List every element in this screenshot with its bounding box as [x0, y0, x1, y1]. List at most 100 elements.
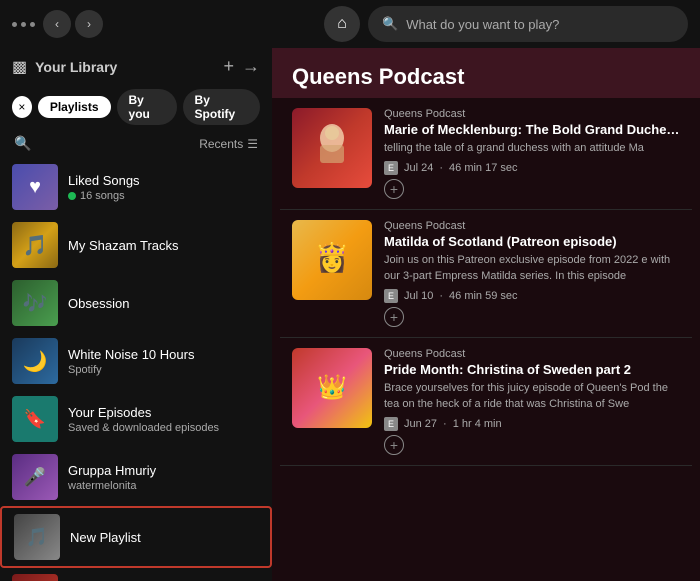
nav-arrows: ‹ › [43, 10, 103, 38]
podcast-title: Queens Podcast [292, 64, 680, 90]
new-playlist-item[interactable]: 🎵 New Playlist [0, 506, 272, 568]
episode-item[interactable]: Queens Podcast Marie of Mecklenburg: The… [280, 98, 692, 210]
search-recents-row: 🔍 Recents ☰ [0, 129, 272, 158]
list-item[interactable]: 🔖 Your Episodes Saved & downloaded episo… [0, 390, 272, 448]
dot-1 [12, 22, 17, 27]
right-panel: Queens Podcast Queens Podcast Mari [272, 48, 700, 581]
liked-indicator [68, 192, 76, 200]
library-icon: ▩ [12, 57, 27, 77]
new-playlist-thumb: 🎵 [14, 514, 60, 560]
filter-row: × Playlists By you By Spotify [0, 85, 272, 129]
episode-3-desc: Brace yourselves for this juicy episode … [384, 381, 680, 412]
new-playlist-name: New Playlist [70, 530, 258, 545]
episode-2-thumb: 👸 [292, 220, 372, 300]
sidebar-header: ▩ Your Library + → [0, 48, 272, 85]
episode-2-add-button[interactable]: + [384, 307, 404, 327]
new-playlist-icon: 🎵 [14, 514, 60, 560]
svg-text:👑: 👑 [317, 374, 347, 401]
episode-3-icon: E [384, 417, 398, 431]
episode-3-content: Queens Podcast Pride Month: Christina of… [384, 348, 680, 455]
forward-button[interactable]: › [75, 10, 103, 38]
episode-1-meta: E Jul 24 · 46 min 17 sec [384, 161, 680, 175]
top-bar: ‹ › ⌂ 🔍 What do you want to play? [0, 0, 700, 48]
episode-3-date: Jun 27 [404, 418, 437, 430]
shazam-icon: 🎵 [12, 222, 58, 268]
dot-3 [30, 22, 35, 27]
recents-label: Recents ☰ [199, 137, 258, 151]
whitenoise-sub: Spotify [68, 364, 260, 376]
episode-item[interactable]: 👸 Queens Podcast Matilda of Scotland (Pa… [280, 210, 692, 338]
search-bar[interactable]: 🔍 What do you want to play? [368, 6, 688, 42]
new-playlist-info: New Playlist [70, 530, 258, 545]
back-button[interactable]: ‹ [43, 10, 71, 38]
list-item[interactable]: 🌙 White Noise 10 Hours Spotify [0, 332, 272, 390]
episode-2-content: Queens Podcast Matilda of Scotland (Patr… [384, 220, 680, 327]
shazam-thumb: 🎵 [12, 222, 58, 268]
sidebar-search-icon[interactable]: 🔍 [14, 135, 31, 152]
whitenoise-name: White Noise 10 Hours [68, 347, 260, 362]
episode-3-title: Pride Month: Christina of Sweden part 2 [384, 362, 680, 377]
episode-2-meta: E Jul 10 · 46 min 59 sec [384, 289, 680, 303]
episode-2-title: Matilda of Scotland (Patreon episode) [384, 234, 680, 249]
episode-1-content: Queens Podcast Marie of Mecklenburg: The… [384, 108, 680, 199]
shazam-name: My Shazam Tracks [68, 238, 260, 253]
sidebar: ▩ Your Library + → × Playlists By you By… [0, 48, 272, 581]
gruppa-thumb: 🎤 [12, 454, 58, 500]
list-item[interactable]: 🎤 Gruppa Hmuriy watermelonita [0, 448, 272, 506]
episode-2-duration: 46 min 59 sec [449, 290, 517, 302]
episode-1-thumb [292, 108, 372, 188]
episode-1-duration: 46 min 17 sec [449, 162, 517, 174]
add-library-button[interactable]: + [223, 56, 234, 77]
episode-2-desc: Join us on this Patreon exclusive episod… [384, 253, 680, 284]
episode-2-date: Jul 10 [404, 290, 433, 302]
episode-1-desc: telling the tale of a grand duchess with… [384, 141, 680, 156]
episodes-sub: Saved & downloaded episodes [68, 422, 260, 434]
home-button[interactable]: ⌂ [324, 6, 360, 42]
list-item[interactable]: 🎵 My Shazam Tracks [0, 216, 272, 274]
episodes-icon: 🔖 [12, 396, 58, 442]
episode-2-icon: E [384, 289, 398, 303]
liked-songs-thumb: ♥ [12, 164, 58, 210]
episode-1-podcast: Queens Podcast [384, 108, 680, 120]
episodes-list: Queens Podcast Marie of Mecklenburg: The… [272, 98, 700, 581]
window-controls [12, 22, 35, 27]
search-icon: 🔍 [382, 16, 398, 32]
episode-1-image [292, 108, 372, 188]
episode-1-title: Marie of Mecklenburg: The Bold Grand Duc… [384, 122, 680, 137]
episode-1-date: Jul 24 [404, 162, 433, 174]
gruppa-sub: watermelonita [68, 480, 260, 492]
episode-1-icon: E [384, 161, 398, 175]
episode-3-thumb: 👑 [292, 348, 372, 428]
episode-1-add-button[interactable]: + [384, 179, 404, 199]
obsession-name: Obsession [68, 296, 260, 311]
obsession-info: Obsession [68, 296, 260, 311]
filter-by-spotify[interactable]: By Spotify [183, 89, 260, 125]
list-item[interactable]: 😢 sad songs to listen to 0woofyfvozrgs9m… [0, 568, 272, 581]
liked-songs-info: Liked Songs 16 songs [68, 173, 260, 202]
search-placeholder: What do you want to play? [406, 17, 559, 32]
dot-2 [21, 22, 26, 27]
filter-close-button[interactable]: × [12, 96, 32, 118]
gruppa-name: Gruppa Hmuriy [68, 463, 260, 478]
whitenoise-icon: 🌙 [12, 338, 58, 384]
filter-playlists[interactable]: Playlists [38, 96, 111, 118]
liked-songs-name: Liked Songs [68, 173, 260, 188]
gruppa-info: Gruppa Hmuriy watermelonita [68, 463, 260, 492]
episode-item[interactable]: 👑 Queens Podcast Pride Month: Christina … [280, 338, 692, 466]
svg-text:👸: 👸 [315, 241, 350, 274]
list-item[interactable]: ♥ Liked Songs 16 songs [0, 158, 272, 216]
episode-3-duration: 1 hr 4 min [453, 418, 502, 430]
episode-3-meta: E Jun 27 · 1 hr 4 min [384, 417, 680, 431]
expand-library-button[interactable]: → [242, 56, 260, 77]
episode-3-add-button[interactable]: + [384, 435, 404, 455]
obsession-icon: 🎶 [12, 280, 58, 326]
episode-2-image: 👸 [292, 220, 372, 300]
filter-by-you[interactable]: By you [117, 89, 177, 125]
whitenoise-thumb: 🌙 [12, 338, 58, 384]
list-item[interactable]: 🎶 Obsession [0, 274, 272, 332]
sad-songs-thumb: 😢 [12, 574, 58, 581]
episodes-thumb: 🔖 [12, 396, 58, 442]
shazam-info: My Shazam Tracks [68, 238, 260, 253]
liked-songs-sub: 16 songs [68, 190, 260, 202]
gruppa-icon: 🎤 [12, 454, 58, 500]
